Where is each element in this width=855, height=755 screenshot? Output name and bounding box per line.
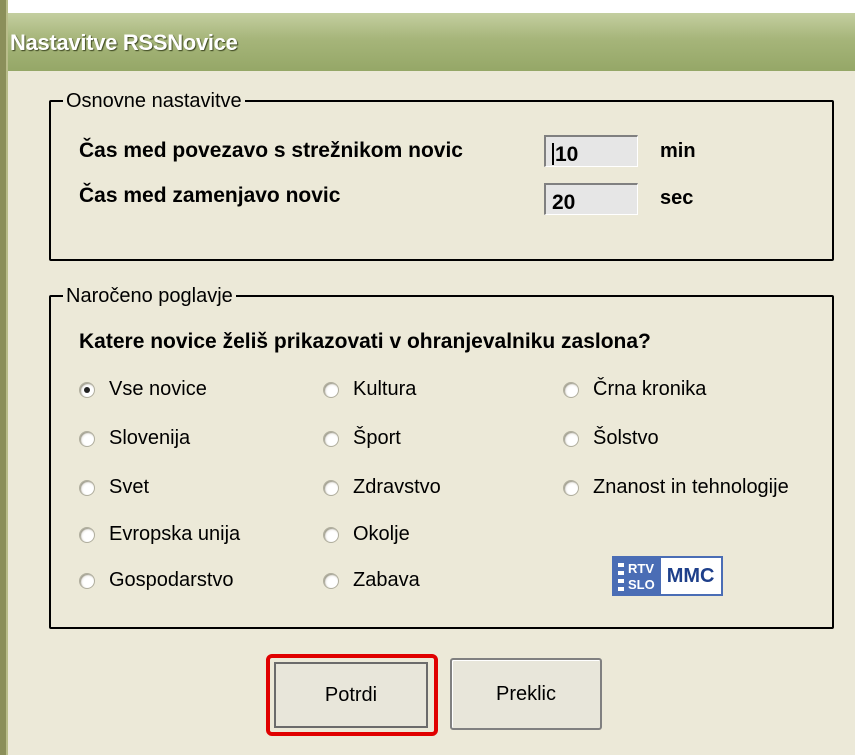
server-interval-input[interactable]: 10 — [544, 135, 638, 167]
radio-label: Kultura — [353, 378, 417, 400]
radio-label: Svet — [109, 476, 150, 498]
radio-icon — [79, 479, 95, 496]
window-top-edge — [0, 0, 855, 13]
server-interval-label: Čas med povezavo s strežnikom novic — [79, 139, 463, 162]
radio-selected-icon — [79, 381, 95, 398]
radio-label: Črna kronika — [593, 378, 707, 400]
radio-label: Evropska unija — [109, 523, 241, 545]
radio-label: Okolje — [353, 523, 410, 545]
rtv-slo-mmc-logo: RTV SLO MMC — [612, 556, 723, 596]
radio-icon — [563, 479, 579, 496]
radio-icon — [323, 381, 339, 398]
basic-settings-legend: Osnovne nastavitve — [63, 89, 245, 113]
window-left-border-inner — [6, 0, 8, 755]
preklic-button[interactable]: Preklic — [450, 658, 602, 730]
radio-label: Vse novice — [109, 378, 207, 400]
rtv-logo-icon — [618, 561, 624, 593]
radio-zdravstvo[interactable]: Zdravstvo — [323, 476, 441, 499]
logo-rtv-text: RTV — [628, 560, 654, 576]
basic-settings-group: Osnovne nastavitve — [49, 89, 834, 261]
radio-icon — [323, 479, 339, 496]
radio-vse-novice[interactable]: Vse novice — [79, 378, 207, 401]
radio-label: Zdravstvo — [353, 476, 441, 498]
radio-icon — [323, 526, 339, 543]
radio-znanost-in-tehnologije[interactable]: Znanost in tehnologije — [563, 476, 789, 499]
radio-sport[interactable]: Šport — [323, 427, 401, 450]
radio-slovenija[interactable]: Slovenija — [79, 427, 190, 450]
radio-gospodarstvo[interactable]: Gospodarstvo — [79, 569, 234, 592]
potrdi-button[interactable]: Potrdi — [274, 662, 428, 728]
subscribed-section-legend: Naročeno poglavje — [63, 284, 236, 308]
radio-label: Zabava — [353, 569, 420, 591]
text-cursor — [552, 143, 554, 165]
rtv-slo-logo: RTV SLO — [612, 556, 659, 596]
radio-kultura[interactable]: Kultura — [323, 378, 416, 401]
radio-svet[interactable]: Svet — [79, 476, 149, 499]
radio-icon — [323, 430, 339, 447]
question-label: Katere novice želiš prikazovati v ohranj… — [79, 330, 651, 353]
radio-evropska-unija[interactable]: Evropska unija — [79, 523, 240, 546]
logo-slo-text: SLO — [628, 576, 655, 592]
radio-icon — [323, 572, 339, 589]
rotate-interval-input[interactable]: 20 — [544, 183, 638, 215]
rotate-interval-unit: sec — [660, 187, 694, 209]
radio-icon — [563, 430, 579, 447]
radio-solstvo[interactable]: Šolstvo — [563, 427, 659, 450]
radio-label: Šolstvo — [593, 427, 659, 449]
radio-zabava[interactable]: Zabava — [323, 569, 420, 592]
radio-icon — [79, 526, 95, 543]
server-interval-value: 10 — [555, 143, 579, 166]
preklic-button-label: Preklic — [495, 682, 556, 705]
radio-label: Šport — [353, 427, 401, 449]
radio-label: Gospodarstvo — [109, 569, 234, 591]
window-title: Nastavitve RSSNovice — [10, 30, 238, 55]
radio-icon — [79, 572, 95, 589]
radio-label: Slovenija — [109, 427, 191, 449]
rotate-interval-value: 20 — [552, 191, 576, 214]
radio-okolje[interactable]: Okolje — [323, 523, 410, 546]
radio-icon — [79, 430, 95, 447]
potrdi-button-label: Potrdi — [324, 683, 378, 706]
radio-crna-kronika[interactable]: Črna kronika — [563, 378, 706, 401]
radio-icon — [563, 381, 579, 398]
server-interval-unit: min — [660, 140, 696, 162]
rotate-interval-label: Čas med zamenjavo novic — [79, 184, 341, 207]
potrdi-button-highlight: Potrdi — [266, 654, 438, 736]
logo-mmc-text: MMC — [658, 556, 723, 596]
radio-label: Znanost in tehnologije — [593, 476, 789, 498]
